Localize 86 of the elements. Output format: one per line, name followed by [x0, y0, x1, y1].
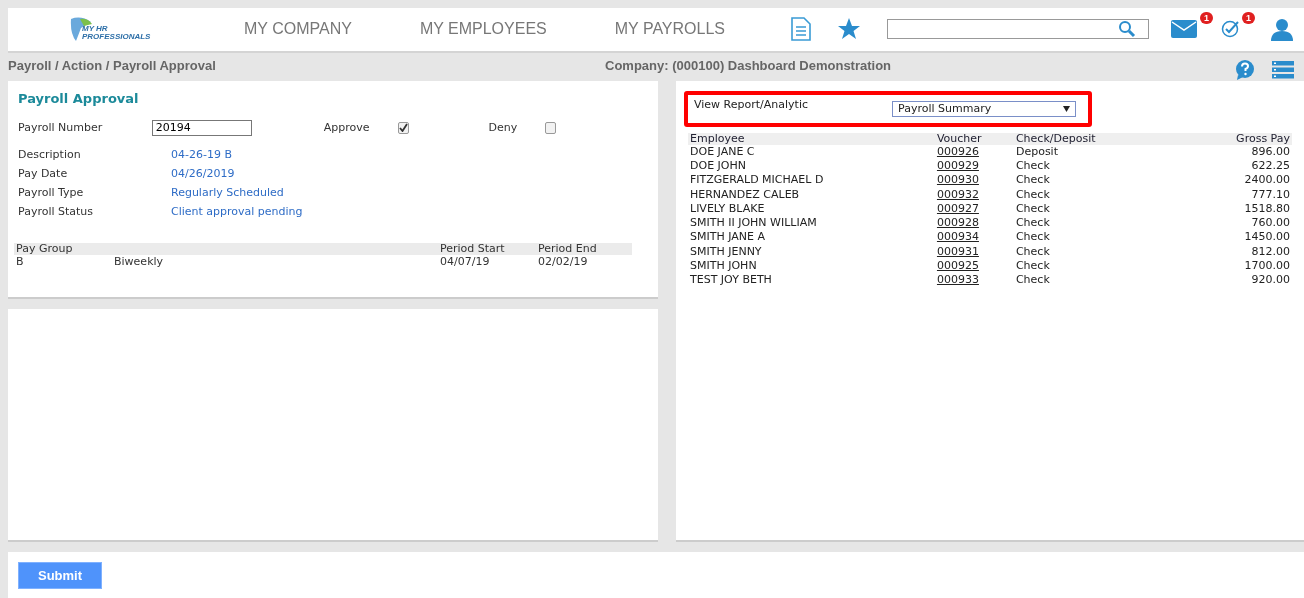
voucher-link[interactable]: 000929 [936, 159, 979, 172]
breadcrumb: Payroll / Action / Payroll Approval [8, 58, 217, 74]
column-header: Employee [690, 131, 745, 145]
table-cell: Check [1015, 273, 1050, 287]
voucher-link[interactable]: 000925 [936, 259, 979, 273]
table-cell: DOE JOHN [690, 159, 746, 172]
field-value: 04-26-19 B [171, 147, 232, 161]
check-circle-icon[interactable] [1221, 20, 1239, 39]
column-header: Period Start [440, 241, 505, 255]
field-label: Payroll Status [18, 204, 95, 218]
field-value: Client approval pending [171, 204, 303, 218]
column-header: Period End [538, 241, 597, 255]
nav-link[interactable]: MY COMPANY [244, 20, 352, 39]
table-cell: Check [1015, 244, 1050, 258]
field-label: Payroll Type [18, 185, 85, 199]
mail-icon[interactable] [1171, 20, 1197, 39]
table-cell: 622.25 [1251, 159, 1290, 172]
payroll-number-field[interactable]: 20194 [151, 119, 252, 136]
column-header: Check/Deposit [1015, 131, 1096, 145]
field-label: Payroll Number [18, 121, 104, 135]
table-cell: Check [1015, 187, 1050, 201]
table-cell: Check [1015, 173, 1050, 187]
column-header: Voucher [936, 131, 982, 145]
field-label: Description [18, 147, 82, 161]
table-cell: Deposit [1015, 144, 1058, 158]
checkbox[interactable] [545, 121, 556, 134]
caret-icon [1063, 105, 1070, 112]
search-icon[interactable] [1118, 20, 1136, 39]
table-cell: DOE JANE C [690, 144, 755, 158]
help-icon[interactable] [1234, 58, 1256, 81]
column-header: Gross Pay [1236, 131, 1290, 145]
column-header: Pay Group [16, 241, 73, 255]
logo-text: MY HR PROFESSIONALS [82, 25, 151, 42]
nav-link[interactable]: MY EMPLOYEES [419, 20, 547, 39]
table-cell: SMITH II JOHN WILLIAM [690, 216, 817, 230]
table-cell: 1700.00 [1244, 259, 1290, 273]
voucher-link[interactable]: 000926 [936, 144, 979, 158]
table-cell: FITZGERALD MICHAEL D [690, 173, 824, 187]
voucher-link[interactable]: 000934 [936, 230, 979, 244]
voucher-link[interactable]: 000928 [936, 216, 979, 230]
panel-title: Payroll Approval [18, 90, 140, 106]
search-field[interactable] [887, 19, 1149, 40]
voucher-link[interactable]: 000927 [936, 201, 979, 215]
user-icon[interactable] [1270, 17, 1294, 42]
option-label: Deny [488, 121, 518, 135]
table-cell: SMITH JANE A [690, 230, 765, 244]
list-icon[interactable] [1272, 60, 1294, 79]
field-value: Regularly Scheduled [171, 185, 284, 199]
table-cell: Check [1015, 216, 1050, 230]
nav-link[interactable]: MY PAYROLLS [614, 20, 725, 39]
table-cell: TEST JOY BETH [690, 273, 772, 287]
table-cell: Check [1015, 230, 1050, 244]
company-name: Company: (000100) Dashboard Demonstration [605, 58, 893, 74]
table-cell: SMITH JOHN [690, 259, 757, 273]
report-dropdown[interactable]: Payroll Summary [892, 100, 1076, 117]
table-cell: Biweekly [114, 254, 164, 268]
checkbox[interactable] [397, 121, 409, 134]
table-cell: 1450.00 [1244, 230, 1290, 244]
table-cell: HERNANDEZ CALEB [690, 187, 800, 201]
document-icon[interactable] [791, 17, 811, 42]
field-label: View Report/Analytic [694, 98, 809, 112]
table-cell: 2400.00 [1244, 173, 1290, 187]
table-cell: 812.00 [1251, 244, 1290, 258]
notification-badge: 1 [1200, 12, 1213, 25]
table-cell: LIVELY BLAKE [690, 201, 765, 215]
table-cell: 777.10 [1251, 187, 1290, 201]
voucher-link[interactable]: 000932 [936, 187, 979, 201]
table-cell: 896.00 [1251, 144, 1290, 158]
table-cell: 04/07/19 [440, 254, 490, 268]
table-cell: Check [1015, 201, 1050, 215]
field-value: 04/26/2019 [171, 166, 235, 180]
star-icon[interactable] [837, 17, 861, 42]
table-cell: 1518.80 [1244, 201, 1290, 215]
field-label: Pay Date [18, 166, 69, 180]
notification-badge: 1 [1242, 12, 1255, 25]
table-cell: 760.00 [1251, 216, 1290, 230]
table-cell: 02/02/19 [538, 254, 588, 268]
voucher-link[interactable]: 000931 [936, 244, 979, 258]
voucher-link[interactable]: 000930 [936, 173, 979, 187]
table-cell: 920.00 [1251, 273, 1290, 287]
table-cell: SMITH JENNY [690, 244, 762, 258]
table-cell: B [16, 254, 24, 268]
option-label: Approve [323, 121, 370, 135]
voucher-link[interactable]: 000933 [936, 273, 979, 287]
table-cell: Check [1015, 259, 1050, 273]
table-cell: Check [1015, 159, 1050, 172]
